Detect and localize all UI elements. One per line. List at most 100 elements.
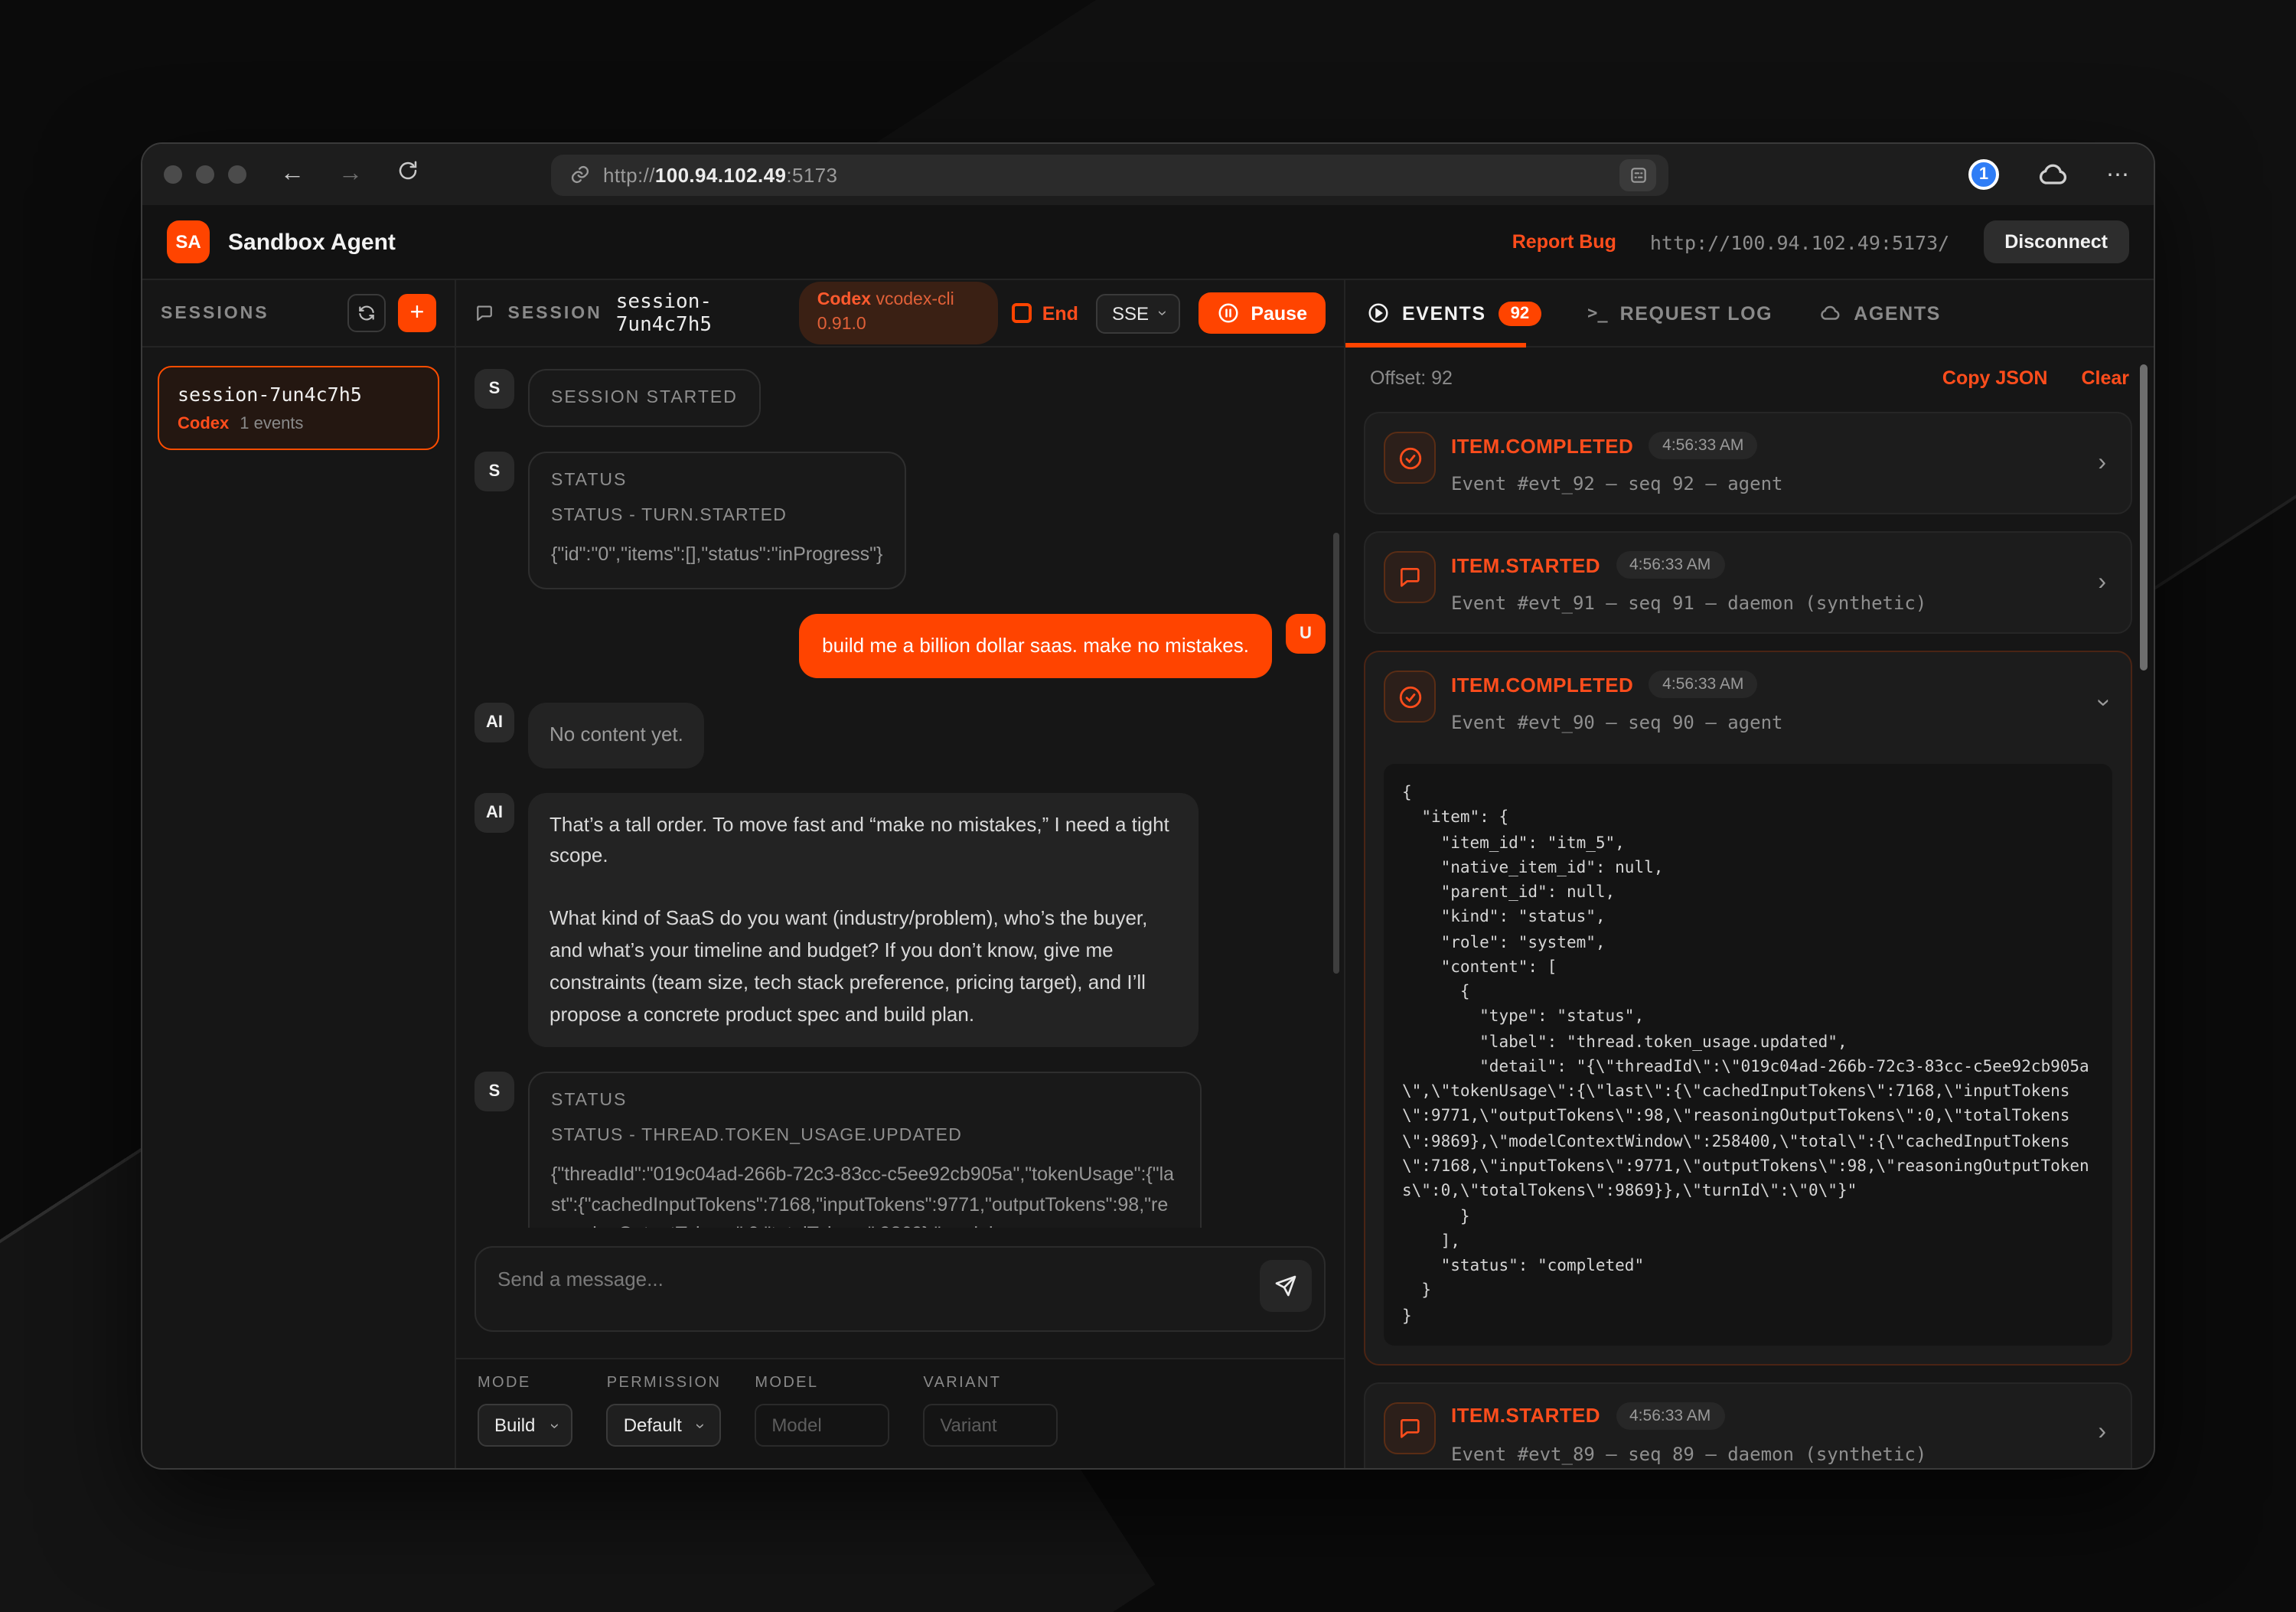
new-session-button[interactable]: + <box>398 294 436 332</box>
chat-scrollbar[interactable] <box>1333 533 1339 974</box>
agent-badge-name: Codex <box>817 291 871 309</box>
reload-button[interactable] <box>396 159 419 190</box>
model-input[interactable] <box>755 1404 889 1447</box>
sidebar-session-item[interactable]: session-7un4c7h5 Codex1 events <box>158 366 439 450</box>
chevron-down-icon[interactable]: › <box>2089 692 2116 713</box>
agent-version-badge: Codex vcodex-cli 0.91.0 <box>799 282 998 344</box>
event-card[interactable]: ITEM.STARTED 4:56:33 AM Event #evt_89 — … <box>1364 1382 2132 1468</box>
sessions-title: SESSIONS <box>161 304 269 322</box>
address-bar[interactable]: http://100.94.102.49:5173 <box>551 154 1668 195</box>
session-events-count: 1 events <box>240 415 303 433</box>
session-config-row: MODE Build › PERMISSION Default › <box>456 1358 1344 1468</box>
check-circle-icon <box>1384 432 1436 484</box>
chevron-down-icon: › <box>691 1422 708 1428</box>
event-type: ITEM.STARTED <box>1451 1405 1600 1428</box>
event-card[interactable]: ITEM.COMPLETED 4:56:33 AM Event #evt_92 … <box>1364 412 2132 514</box>
message-input[interactable] <box>475 1246 1326 1332</box>
clear-events-button[interactable]: Clear <box>2081 367 2129 389</box>
url-text: http://100.94.102.49:5173 <box>603 163 837 186</box>
tab-events[interactable]: EVENTS 92 <box>1367 301 1541 325</box>
transport-select[interactable]: SSE › <box>1097 293 1180 333</box>
sessions-sidebar: SESSIONS + session-7un4c7h5 <box>142 280 456 1468</box>
system-message: S STATUS STATUS - THREAD.TOKEN_USAGE.UPD… <box>475 1072 1326 1228</box>
event-card-expanded[interactable]: ITEM.COMPLETED 4:56:33 AM Event #evt_90 … <box>1364 651 2132 1366</box>
close-window-button[interactable] <box>164 165 182 184</box>
play-circle-icon <box>1367 302 1390 325</box>
message-title: STATUS <box>551 472 882 490</box>
event-type: ITEM.COMPLETED <box>1451 673 1633 696</box>
disconnect-button[interactable]: Disconnect <box>1983 220 2129 263</box>
message-bubble: STATUS STATUS - TURN.STARTED {"id":"0","… <box>528 452 905 590</box>
tab-agents[interactable]: AGENTS <box>1818 302 1941 325</box>
chat-panel: SESSION session-7un4c7h5 Codex vcodex-cl… <box>456 280 1345 1468</box>
browser-menu-button[interactable]: ⋯ <box>2106 161 2132 188</box>
session-toolbar: SESSION session-7un4c7h5 Codex vcodex-cl… <box>456 280 1344 348</box>
chevron-right-icon[interactable]: › <box>2092 1420 2112 1447</box>
mode-value: Build <box>494 1415 535 1436</box>
pause-button[interactable]: Pause <box>1199 292 1326 334</box>
event-time: 4:56:33 AM <box>1649 671 1757 698</box>
end-label: End <box>1042 302 1078 324</box>
send-button[interactable] <box>1260 1260 1312 1312</box>
chevron-right-icon[interactable]: › <box>2092 569 2112 596</box>
message-bubble: That’s a tall order. To move fast and “m… <box>528 792 1199 1048</box>
chat-bubble-icon <box>1384 551 1436 603</box>
sliders-icon <box>1628 165 1648 184</box>
message-bubble: STATUS STATUS - THREAD.TOKEN_USAGE.UPDAT… <box>528 1072 1202 1228</box>
maximize-window-button[interactable] <box>228 165 246 184</box>
browser-window: ← → http://100.94.102.49:5173 <box>141 142 2155 1470</box>
events-tabs: EVENTS 92 >_ REQUEST LOG AGENTS <box>1345 280 2154 348</box>
variant-input[interactable] <box>923 1404 1058 1447</box>
terminal-icon: >_ <box>1587 303 1608 323</box>
message-title: STATUS <box>551 1092 1179 1111</box>
pause-label: Pause <box>1251 302 1307 324</box>
sessions-header: SESSIONS + <box>142 280 455 348</box>
copy-json-button[interactable]: Copy JSON <box>1942 367 2048 389</box>
window-controls <box>164 165 246 184</box>
chat-message-list[interactable]: S SESSION STARTED S STATUS STATUS - TURN… <box>456 348 1344 1228</box>
end-session-checkbox[interactable]: End <box>1012 302 1078 324</box>
events-list[interactable]: ITEM.COMPLETED 4:56:33 AM Event #evt_92 … <box>1345 409 2154 1468</box>
refresh-sessions-button[interactable] <box>347 294 386 332</box>
events-scrollbar[interactable] <box>2140 364 2148 671</box>
desktop-background: ← → http://100.94.102.49:5173 <box>0 0 2296 1612</box>
reader-settings-button[interactable] <box>1619 158 1656 191</box>
chevron-right-icon[interactable]: › <box>2092 449 2112 477</box>
message-title: SESSION STARTED <box>551 389 738 407</box>
event-card[interactable]: ITEM.STARTED 4:56:33 AM Event #evt_91 — … <box>1364 531 2132 634</box>
transport-value: SSE <box>1112 302 1149 324</box>
active-tab-indicator <box>1345 343 1526 348</box>
back-button[interactable]: ← <box>280 161 305 188</box>
password-manager-icon[interactable]: 1 <box>1968 159 1999 190</box>
main-content: SESSIONS + session-7un4c7h5 <box>142 279 2154 1468</box>
system-message: S STATUS STATUS - TURN.STARTED {"id":"0"… <box>475 452 1326 590</box>
events-count-badge: 92 <box>1499 301 1542 325</box>
mode-label: MODE <box>478 1375 573 1392</box>
mode-select[interactable]: Build › <box>478 1404 573 1447</box>
link-icon <box>569 164 591 185</box>
message-paragraph: What kind of SaaS do you want (industry/… <box>550 904 1177 1031</box>
minimize-window-button[interactable] <box>196 165 214 184</box>
cloud-icon[interactable] <box>2036 158 2069 191</box>
offset-label: Offset: 92 <box>1370 367 1453 389</box>
tab-request-log[interactable]: >_ REQUEST LOG <box>1587 302 1773 324</box>
user-message: build me a billion dollar saas. make no … <box>475 615 1326 678</box>
user-avatar: U <box>1286 615 1326 654</box>
chat-bubble-icon <box>1384 1402 1436 1454</box>
permission-select[interactable]: Default › <box>607 1404 722 1447</box>
event-time: 4:56:33 AM <box>1649 432 1757 459</box>
assistant-avatar: AI <box>475 703 514 742</box>
report-bug-link[interactable]: Report Bug <box>1512 231 1616 253</box>
message-bubble: No content yet. <box>528 703 705 768</box>
event-time: 4:56:33 AM <box>1616 1402 1724 1430</box>
system-message: S SESSION STARTED <box>475 369 1326 427</box>
session-name: session-7un4c7h5 <box>178 383 419 406</box>
events-panel: EVENTS 92 >_ REQUEST LOG AGENTS <box>1345 280 2154 1468</box>
message-bubble: SESSION STARTED <box>528 369 761 427</box>
model-label: MODEL <box>755 1375 889 1392</box>
forward-button[interactable]: → <box>338 161 363 188</box>
browser-toolbar-right: 1 ⋯ <box>1968 158 2132 191</box>
message-code: {"id":"0","items":[],"status":"inProgres… <box>551 540 882 570</box>
event-subtitle: Event #evt_91 — seq 91 — daemon (synthet… <box>1451 592 2076 614</box>
reload-icon <box>396 159 419 182</box>
